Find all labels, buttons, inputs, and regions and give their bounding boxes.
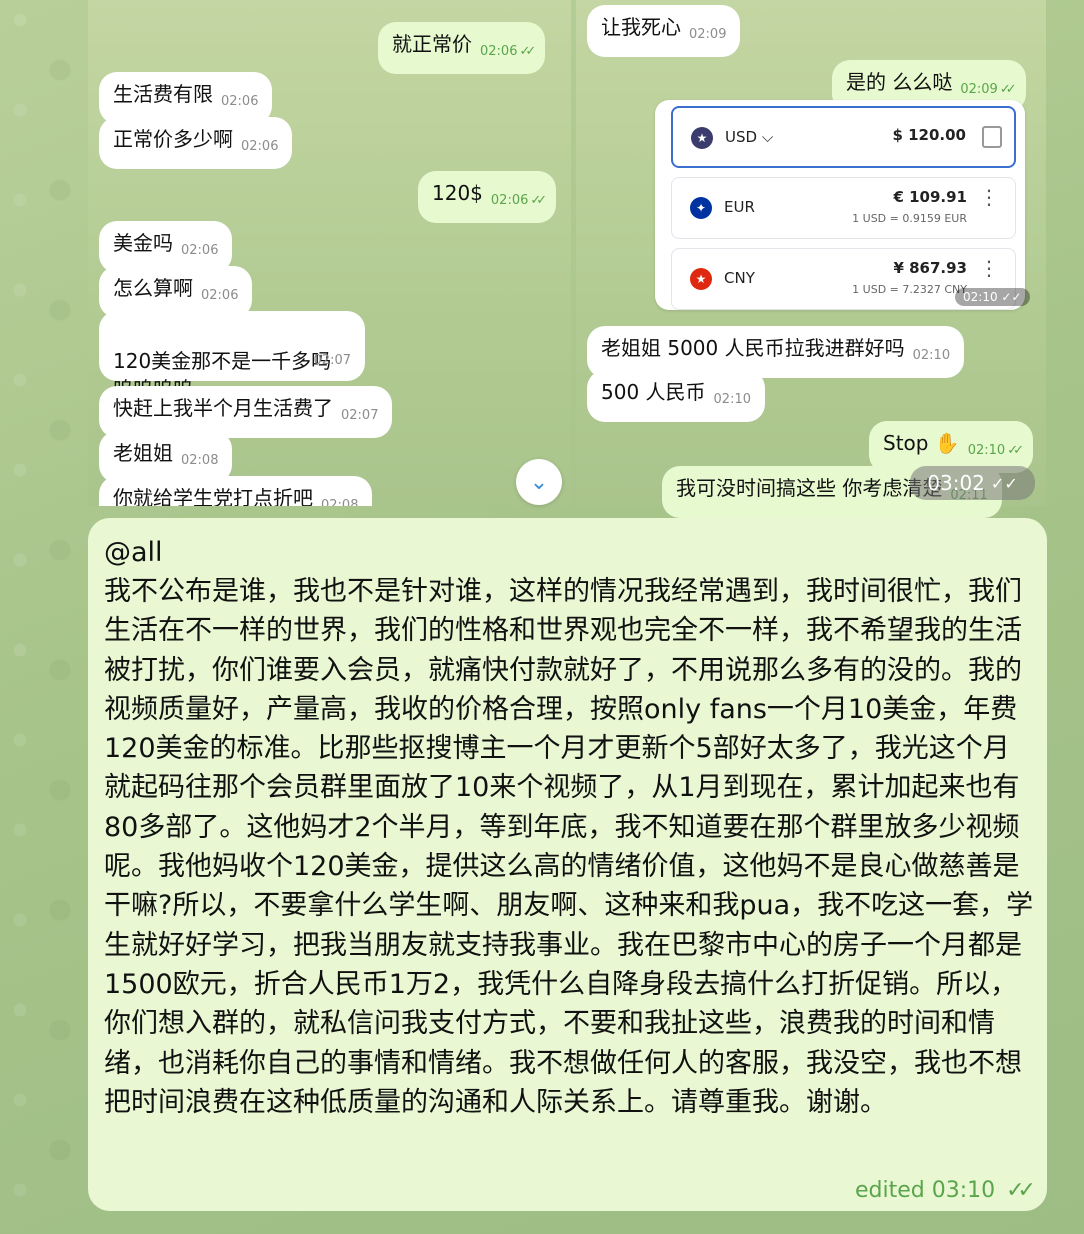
message-time: 02:06: [201, 288, 239, 303]
us-flag-icon: ★: [691, 127, 713, 149]
message-time: 02:09: [960, 82, 998, 97]
message-time: 02:10: [912, 348, 951, 363]
eu-flag-icon: ✦: [690, 197, 712, 219]
double-check-icon: ✓✓: [530, 193, 547, 208]
message-text: 120$: [432, 181, 483, 205]
image-timestamp: 02:10 ✓✓: [955, 288, 1030, 306]
message-time: 02:08: [321, 498, 359, 506]
message-time: 02:09: [689, 27, 727, 42]
currency-code: USD ⌵: [725, 128, 774, 146]
announcement-message[interactable]: @all 我不公布是谁，我也不是针对谁，这样的情况我经常遇到，我时间很忙，我们生…: [88, 518, 1047, 1211]
message-bubble[interactable]: 让我死心 02:09: [587, 5, 741, 57]
scroll-down-button[interactable]: ⌄: [516, 459, 562, 505]
message-time: 02:06: [181, 243, 219, 258]
currency-code: CNY: [724, 269, 755, 287]
china-flag-icon: ★: [690, 268, 712, 290]
message-time: 02:06: [480, 44, 518, 59]
double-check-icon: ✓✓: [999, 82, 1017, 97]
message-time: 02:10: [713, 392, 751, 407]
message-text: 生活费有限: [113, 82, 213, 106]
currency-code: EUR: [724, 198, 755, 216]
mention-all[interactable]: @all: [104, 534, 1031, 572]
message-text: 我可没时间搞这些 你考虑清楚: [676, 476, 943, 500]
clip: 你就给学生党打点折吧 02:08: [88, 476, 571, 506]
message-text: 怎么算啊: [113, 276, 193, 300]
double-check-icon: ✓✓: [519, 44, 536, 59]
message-time: 02:06: [241, 139, 279, 154]
currency-amount: $ 120.00: [892, 126, 966, 144]
media-duration: 03:02: [927, 471, 985, 495]
media-player-pill[interactable]: 03:02 ✓✓: [910, 466, 1035, 500]
message-text: 正常价多少啊: [113, 127, 233, 151]
message-time: 02:07: [341, 408, 379, 423]
exchange-rate: 1 USD = 7.2327 CNY: [852, 283, 967, 296]
edited-label: edited 03:10: [854, 1178, 996, 1203]
message-body: 我不公布是谁，我也不是针对谁，这样的情况我经常遇到，我时间很忙，我们生活在不一样…: [104, 576, 1034, 1118]
message-bubble[interactable]: 120$ 02:06 ✓✓: [418, 171, 557, 223]
message-bubble[interactable]: 120美金那不是一千多吗 呜呜呜呜 02:07: [99, 311, 365, 401]
message-bubble[interactable]: 500 人民币 02:10: [587, 370, 765, 422]
message-text: 让我死心: [601, 15, 681, 39]
currency-amount: ¥ 867.93: [893, 259, 967, 277]
message-bubble[interactable]: 正常价多少啊 02:06: [99, 117, 293, 169]
message-text: 美金吗: [113, 231, 173, 255]
currency-row-usd[interactable]: ★ USD ⌵ $ 120.00: [671, 106, 1016, 168]
chevron-down-icon: ⌄: [529, 469, 549, 495]
currency-amount: € 109.91: [893, 188, 967, 206]
message-text: 是的 么么哒: [846, 70, 953, 94]
message-text: 老姐姐 5000 人民币拉我进群好吗: [601, 336, 905, 360]
message-time: 02:06: [221, 94, 259, 109]
message-text: 你就给学生党打点折吧: [113, 486, 313, 506]
more-options-icon[interactable]: ⋮: [979, 187, 999, 207]
message-text: 老姐姐: [113, 441, 173, 465]
message-time: 02:08: [181, 453, 219, 468]
exchange-rate: 1 USD = 0.9159 EUR: [852, 212, 967, 225]
edited-status: edited 03:10 ✓✓: [854, 1178, 1036, 1203]
currency-row-eur[interactable]: ✦ EUR € 109.91 1 USD = 0.9159 EUR ⋮: [671, 177, 1016, 239]
calculator-icon[interactable]: [982, 126, 1002, 148]
message-time: 02:10: [967, 443, 1006, 458]
message-time: 02:07: [313, 353, 351, 368]
double-check-icon: ✓✓: [1007, 443, 1024, 458]
message-bubble[interactable]: 就正常价 02:06 ✓✓: [378, 22, 546, 74]
currency-converter-image[interactable]: ★ USD ⌵ $ 120.00 ✦ EUR € 109.91 1 USD = …: [655, 100, 1025, 310]
message-text: 500 人民币: [601, 380, 706, 404]
message-text: Stop ✋: [883, 431, 960, 455]
message-time: 02:06: [490, 193, 529, 208]
more-options-icon[interactable]: ⋮: [979, 258, 999, 278]
double-check-icon: ✓✓: [990, 473, 1018, 493]
message-text: 就正常价: [392, 32, 472, 56]
message-text: 快赶上我半个月生活费了: [113, 396, 333, 420]
message-bubble[interactable]: 你就给学生党打点折吧 02:08: [99, 476, 373, 506]
double-check-icon: ✓✓: [1006, 1178, 1036, 1203]
